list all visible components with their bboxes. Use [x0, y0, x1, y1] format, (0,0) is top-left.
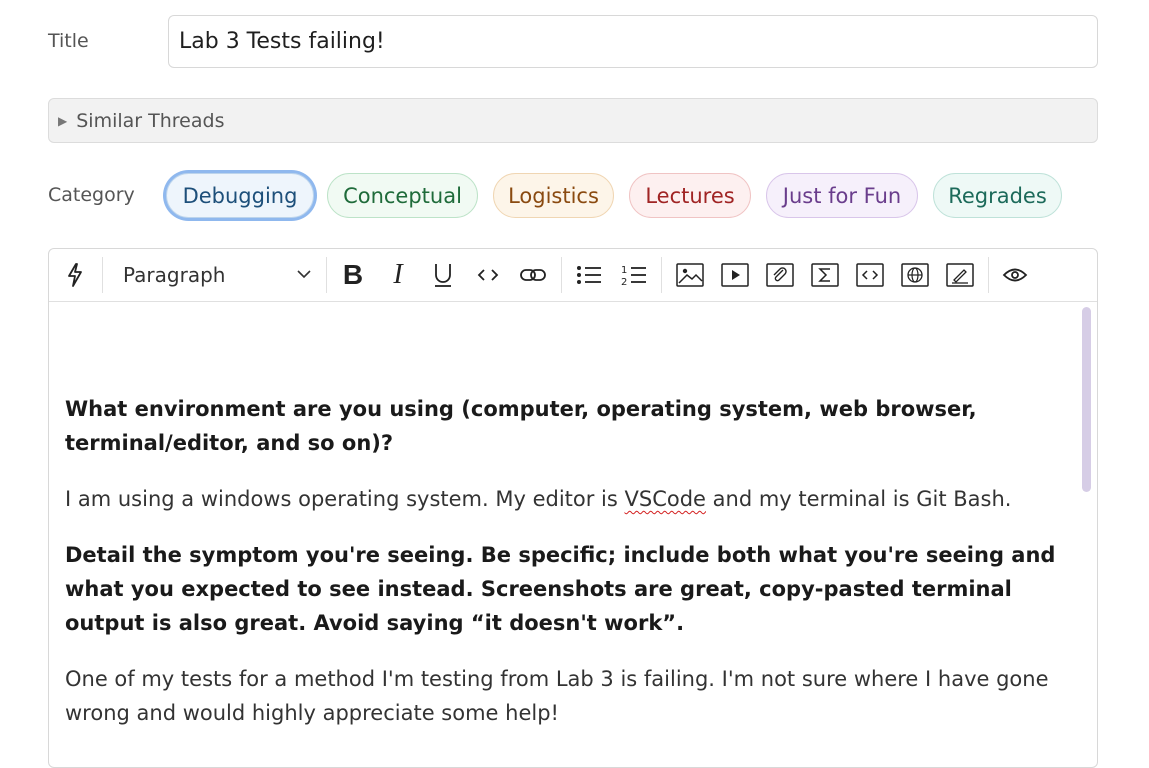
answer-symptom: One of my tests for a method I'm testing…	[65, 667, 1049, 725]
link-icon[interactable]	[518, 258, 548, 292]
editor-content[interactable]: What environment are you using (computer…	[65, 392, 1065, 752]
block-format-label: Paragraph	[123, 263, 226, 287]
title-label: Title	[48, 30, 89, 52]
answer-text: I am using a windows operating system. M…	[65, 487, 625, 511]
inline-code-icon[interactable]	[474, 258, 502, 292]
category-chip-regrades[interactable]: Regrades	[933, 173, 1062, 218]
category-chip-debugging[interactable]: Debugging	[166, 173, 314, 218]
toolbar-separator	[661, 257, 662, 293]
category-chip-conceptual[interactable]: Conceptual	[327, 173, 478, 218]
answer-environment: I am using a windows operating system. M…	[65, 482, 1065, 516]
bold-icon[interactable]: B	[339, 258, 367, 292]
lightning-icon[interactable]	[63, 258, 87, 292]
toolbar-separator	[326, 257, 327, 293]
chip-label: Conceptual	[343, 183, 462, 208]
answer-text: and my terminal is Git Bash.	[705, 487, 1012, 511]
similar-threads-label: Similar Threads	[76, 109, 225, 132]
toolbar-separator	[988, 257, 989, 293]
editor-scrollbar[interactable]	[1082, 307, 1091, 492]
question-symptom: Detail the symptom you're seeing. Be spe…	[65, 543, 1056, 635]
image-icon[interactable]	[675, 258, 705, 292]
category-chip-logistics[interactable]: Logistics	[493, 173, 614, 218]
misspelled-word: VSCode	[624, 487, 706, 511]
preview-icon[interactable]	[1000, 258, 1030, 292]
chip-label: Lectures	[645, 183, 735, 208]
category-chip-just-for-fun[interactable]: Just for Fun	[766, 173, 918, 218]
svg-text:1: 1	[621, 265, 627, 276]
editor-toolbar: Paragraph B I 12	[49, 249, 1097, 302]
bullet-list-icon[interactable]	[574, 258, 604, 292]
chevron-down-icon	[295, 264, 313, 288]
title-input[interactable]	[168, 15, 1098, 68]
numbered-list-icon[interactable]: 12	[619, 258, 649, 292]
attachment-icon[interactable]	[765, 258, 795, 292]
code-block-icon[interactable]	[855, 258, 885, 292]
math-icon[interactable]	[810, 258, 840, 292]
svg-text:2: 2	[621, 277, 627, 287]
toolbar-separator	[561, 257, 562, 293]
chip-label: Debugging	[182, 183, 298, 208]
video-icon[interactable]	[720, 258, 750, 292]
category-label: Category	[48, 184, 135, 206]
drawing-icon[interactable]	[945, 258, 975, 292]
chip-label: Just for Fun	[782, 183, 902, 208]
toolbar-separator	[102, 257, 103, 293]
chip-label: Logistics	[508, 183, 599, 208]
expand-triangle-icon: ▶	[58, 113, 68, 128]
chip-label: Regrades	[948, 183, 1047, 208]
post-editor[interactable]: Paragraph B I 12 What environment are yo…	[48, 248, 1098, 768]
category-chip-lectures[interactable]: Lectures	[629, 173, 751, 218]
web-snippet-icon[interactable]	[900, 258, 930, 292]
underline-icon[interactable]	[429, 258, 457, 292]
block-format-select[interactable]: Paragraph	[123, 258, 313, 292]
similar-threads-toggle[interactable]: ▶ Similar Threads	[48, 98, 1098, 143]
question-environment: What environment are you using (computer…	[65, 397, 977, 455]
italic-icon[interactable]: I	[384, 258, 412, 292]
